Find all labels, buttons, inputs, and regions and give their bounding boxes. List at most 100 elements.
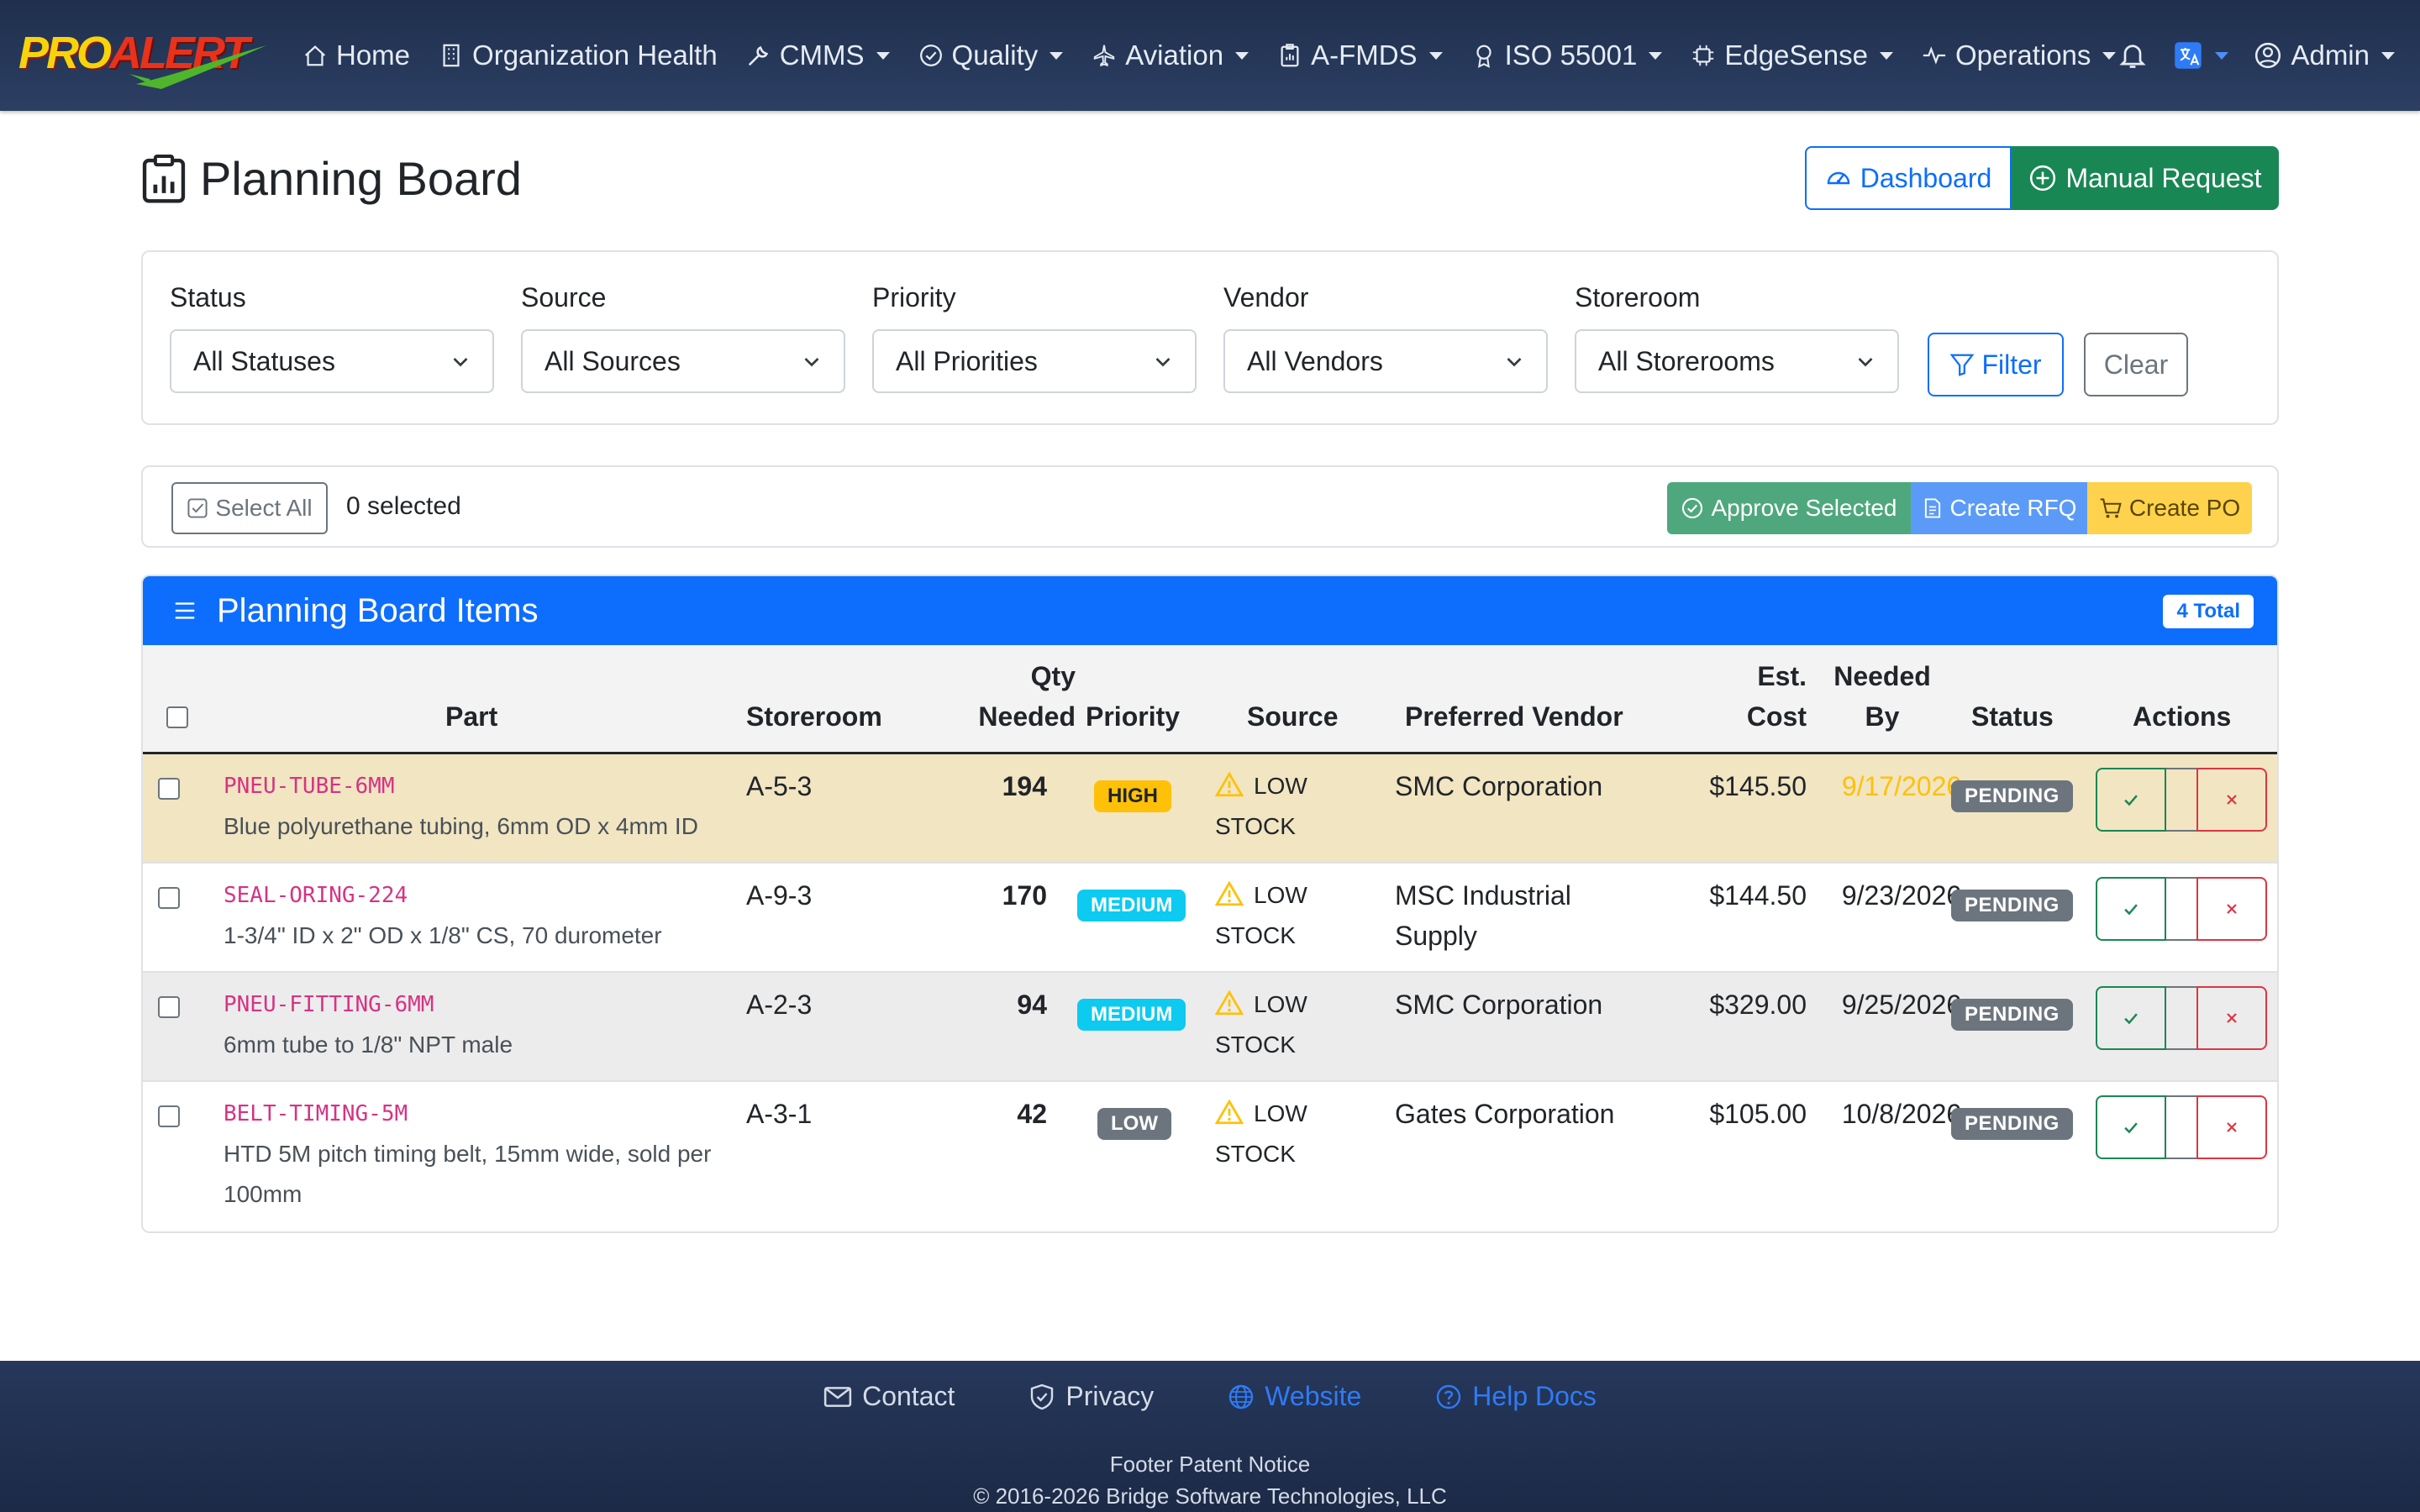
row-checkbox[interactable] [158,1105,180,1127]
status-cell: PENDING [1951,1100,2073,1141]
storeroom-cell: A-2-3 [746,990,813,1020]
row-checkbox[interactable] [158,887,180,909]
priority-badge: MEDIUM [1077,890,1186,921]
storeroom-select[interactable]: All Storerooms [1575,329,1899,393]
reject-row-button[interactable] [2196,1095,2267,1159]
status-filter-label: Status [170,282,246,312]
priority-select[interactable]: All Priorities [872,329,1197,393]
notifications-button[interactable] [2118,39,2148,71]
manual-request-button[interactable]: Manual Request [2012,146,2279,210]
approve-row-button[interactable] [2096,986,2166,1050]
est-cost-cell: $144.50 [1709,880,1807,911]
storeroom-filter: Storeroom All Storerooms [1575,282,1899,393]
table-row[interactable]: PNEU-FITTING-6MM 6mm tube to 1/8" NPT ma… [143,973,2277,1082]
col-header-source: Source [1247,701,1339,732]
part-code[interactable]: PNEU-TUBE-6MM [224,766,395,806]
nav-aviation[interactable]: Aviation [1092,39,1249,71]
source-cell: LOW STOCK [1215,1094,1333,1174]
nav-home[interactable]: Home [302,39,410,71]
source-cell: LOW STOCK [1215,875,1333,956]
part-code[interactable]: PNEU-FITTING-6MM [224,984,434,1025]
admin-menu[interactable]: Admin [2254,39,2395,71]
envelope-icon [823,1386,852,1407]
x-icon [2227,1013,2237,1023]
manual-request-label: Manual Request [2065,162,2262,193]
select-all-label: Select All [215,495,313,521]
filter-button[interactable]: Filter [1928,333,2064,396]
row-checkbox[interactable] [158,778,180,800]
approve-row-button[interactable] [2096,1095,2166,1159]
priority-select-value: All Priorities [896,345,1038,376]
nav-iso-55001[interactable]: ISO 55001 [1471,39,1663,71]
source-select[interactable]: All Sources [521,329,845,393]
footer-privacy-link[interactable]: Privacy [1028,1381,1154,1412]
footer-help-docs-link[interactable]: Help Docs [1435,1381,1597,1412]
row-more-button[interactable] [2166,1095,2196,1159]
chevron-down-icon [2215,51,2229,60]
filter-panel: Status All Statuses Source All Sources P… [141,250,2279,425]
vendor-select[interactable]: All Vendors [1223,329,1548,393]
nav-home-label: Home [336,39,411,71]
table-row[interactable]: PNEU-TUBE-6MM Blue polyurethane tubing, … [143,754,2277,864]
globe-icon [1229,1384,1254,1409]
source-line2: STOCK [1215,1032,1296,1058]
proalert-logo[interactable]: PROALERT [18,18,266,89]
items-card-title: Planning Board Items [217,591,539,629]
row-more-button[interactable] [2166,768,2196,832]
row-more-button[interactable] [2166,986,2196,1050]
status-badge: PENDING [1951,1108,2073,1140]
source-cell: LOW STOCK [1215,984,1333,1065]
footer-contact-link[interactable]: Contact [823,1381,955,1412]
status-cell: PENDING [1951,991,2073,1032]
nav-afmds[interactable]: A-FMDS [1277,39,1443,71]
est-cost-cell: $145.50 [1709,771,1807,801]
nav-operations-label: Operations [1954,39,2091,71]
row-more-button[interactable] [2166,877,2196,941]
dashboard-label: Dashboard [1860,162,1992,193]
priority-badge: LOW [1097,1108,1171,1140]
source-filter-label: Source [521,282,607,312]
chevron-down-icon [2381,51,2395,60]
approve-row-button[interactable] [2096,877,2166,941]
nav-quality[interactable]: Quality [918,39,1064,71]
vendor-line2: Supply [1395,921,1477,951]
table-row[interactable]: SEAL-ORING-224 1-3/4" ID x 2" OD x 1/8" … [143,864,2277,973]
approve-row-button[interactable] [2096,768,2166,832]
reject-row-button[interactable] [2196,986,2267,1050]
nav-organization-health[interactable]: Organization Health [439,39,718,71]
cart-icon [2100,498,2122,518]
clear-button[interactable]: Clear [2084,333,2188,396]
create-rfq-button[interactable]: Create RFQ [1911,482,2087,534]
part-code[interactable]: SEAL-ORING-224 [224,875,408,916]
warning-triangle-icon [1215,1100,1244,1125]
source-line2: STOCK [1215,813,1296,839]
status-select[interactable]: All Statuses [170,329,494,393]
row-actions [2096,1095,2267,1159]
reject-row-button[interactable] [2196,768,2267,832]
plus-circle-icon [2030,165,2056,192]
create-po-button[interactable]: Create PO [2087,482,2252,534]
col-header-qty-line1: Qty [1030,661,1076,691]
approve-selected-button[interactable]: Approve Selected [1667,482,1911,534]
chevron-down-icon [1507,358,1522,367]
reject-row-button[interactable] [2196,877,2267,941]
footer-website-link[interactable]: Website [1228,1381,1361,1412]
dashboard-button[interactable]: Dashboard [1805,146,2012,210]
select-all-button[interactable]: Select All [171,482,328,534]
language-switcher[interactable] [2173,40,2229,71]
header-actions: Dashboard Manual Request [1805,146,2279,210]
nav-cmms[interactable]: CMMS [746,39,890,71]
nav-edgesense[interactable]: EdgeSense [1691,39,1893,71]
part-description: 6mm tube to 1/8" NPT male [224,1032,513,1058]
table-row[interactable]: BELT-TIMING-5M HTD 5M pitch timing belt,… [143,1082,2277,1231]
part-code[interactable]: BELT-TIMING-5M [224,1094,408,1134]
row-checkbox[interactable] [158,996,180,1018]
logo-pro-text: PRO [18,28,112,78]
footer-contact-label: Contact [862,1381,955,1411]
select-all-checkbox[interactable] [166,706,188,728]
nav-operations[interactable]: Operations [1922,39,2117,71]
status-select-value: All Statuses [193,345,335,376]
footer-privacy-label: Privacy [1065,1381,1155,1411]
file-text-icon [1924,498,1940,518]
chevron-down-icon [453,358,468,367]
